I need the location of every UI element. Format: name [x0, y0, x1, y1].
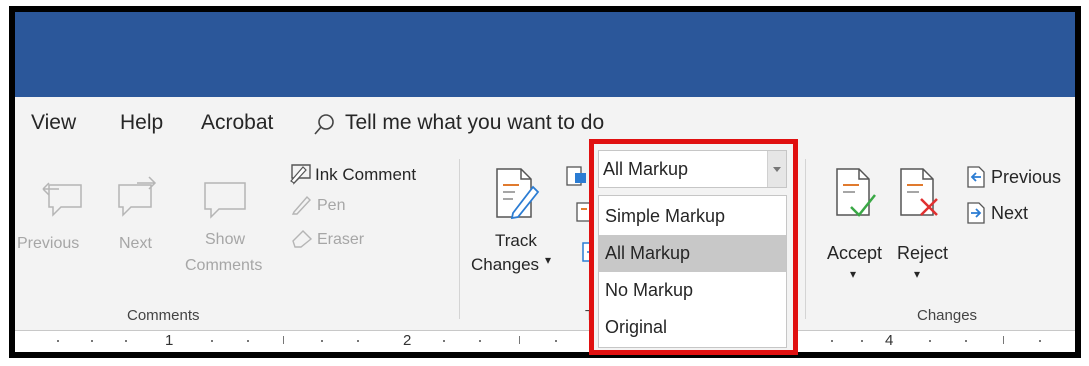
tell-me-box[interactable]: Tell me what you want to do — [345, 111, 604, 135]
ribbon-tabs: View Help Acrobat Tell me what you want … — [15, 97, 1075, 149]
reject-dropdown-arrow[interactable]: ▾ — [914, 267, 920, 281]
tab-view[interactable]: View — [31, 111, 76, 135]
previous-comment-button[interactable]: Previous — [17, 235, 79, 253]
ruler-tick — [247, 340, 249, 342]
option-simple-markup[interactable]: Simple Markup — [599, 198, 786, 235]
eraser-icon — [292, 230, 313, 248]
ruler-tick — [965, 340, 967, 342]
ruler-mid-tick — [1003, 336, 1004, 344]
show-comments-button[interactable]: Comments — [185, 257, 262, 275]
track-label[interactable]: Track — [495, 231, 537, 251]
accept-icon — [836, 168, 876, 217]
title-bar — [15, 12, 1075, 97]
pen-button[interactable]: Pen — [317, 197, 345, 215]
option-original[interactable]: Original — [599, 309, 786, 346]
accept-dropdown-arrow[interactable]: ▾ — [850, 267, 856, 281]
ruler-tick — [321, 340, 323, 342]
track-changes-button[interactable]: Changes — [471, 255, 539, 275]
ruler-tick — [125, 340, 127, 342]
review-ribbon: Previous Next Show Comments Ink Comment … — [15, 149, 1075, 330]
markup-options-list: Simple Markup All Markup No Markup Origi… — [598, 195, 787, 348]
display-for-review-value: All Markup — [603, 159, 689, 179]
search-icon[interactable] — [313, 113, 335, 137]
ink-comment-button[interactable]: Ink Comment — [315, 165, 416, 185]
next-comment-icon — [118, 176, 157, 217]
ruler-number: 4 — [885, 332, 894, 349]
display-for-review-select[interactable]: All Markup — [598, 150, 787, 188]
next-comment-button[interactable]: Next — [119, 235, 152, 253]
previous-change-icon — [967, 166, 985, 188]
show-comments-label[interactable]: Show — [205, 231, 245, 249]
reject-icon — [900, 168, 938, 216]
ruler-tick — [91, 340, 93, 342]
track-changes-dropdown-arrow[interactable]: ▾ — [545, 253, 551, 267]
accept-button[interactable]: Accept — [827, 243, 882, 264]
reject-button[interactable]: Reject — [897, 243, 948, 264]
ruler-tick — [479, 340, 481, 342]
ruler-tick — [831, 340, 833, 342]
ruler-tick — [357, 340, 359, 342]
group-divider — [459, 159, 460, 319]
ruler-tick — [443, 340, 445, 342]
show-comments-icon — [204, 182, 246, 219]
ruler-number: 1 — [165, 332, 174, 349]
chevron-down-icon[interactable] — [767, 151, 786, 187]
tab-acrobat[interactable]: Acrobat — [201, 111, 273, 135]
next-change-button[interactable]: Next — [991, 203, 1028, 224]
display-for-review-icon — [566, 166, 586, 186]
option-no-markup[interactable]: No Markup — [599, 272, 786, 309]
ruler-tick — [1039, 340, 1041, 342]
comments-group-label: Comments — [127, 307, 200, 324]
previous-change-button[interactable]: Previous — [991, 167, 1061, 188]
eraser-button[interactable]: Eraser — [317, 231, 364, 249]
ink-comment-icon — [290, 164, 311, 185]
word-window: View Help Acrobat Tell me what you want … — [9, 6, 1081, 358]
ruler-tick — [555, 340, 557, 342]
previous-comment-icon — [42, 182, 82, 217]
track-changes-icon — [496, 168, 540, 220]
ruler-mid-tick — [519, 336, 520, 344]
ruler-tick — [211, 340, 213, 342]
tab-help[interactable]: Help — [120, 111, 163, 135]
ruler-tick — [57, 340, 59, 342]
group-divider — [805, 159, 806, 319]
option-all-markup[interactable]: All Markup — [599, 235, 786, 272]
ruler-tick — [929, 340, 931, 342]
next-change-icon — [967, 202, 985, 224]
changes-group-label: Changes — [917, 307, 978, 324]
ruler-mid-tick — [283, 336, 284, 344]
markup-dropdown-highlight: All Markup Simple Markup All Markup No M… — [589, 139, 798, 355]
pen-icon — [291, 195, 311, 215]
horizontal-ruler[interactable]: 1 2 4 — [15, 330, 1075, 352]
ruler-number: 2 — [403, 332, 412, 349]
ruler-tick — [861, 340, 863, 342]
